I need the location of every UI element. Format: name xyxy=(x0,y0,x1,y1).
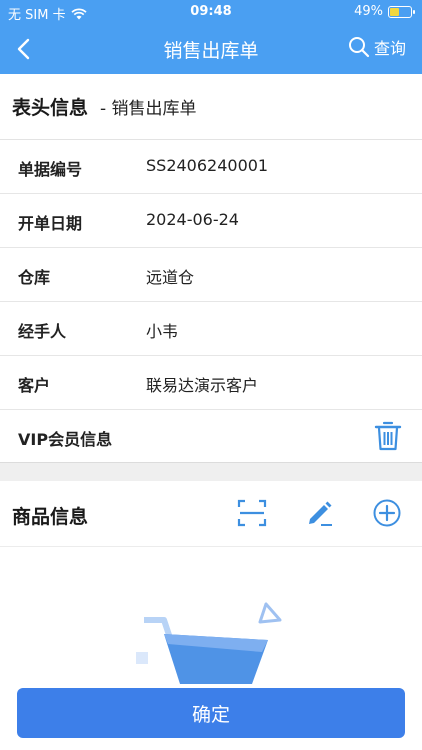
empty-cart-illustration xyxy=(130,596,290,696)
confirm-button[interactable]: 确定 xyxy=(17,688,405,738)
trash-icon xyxy=(374,421,402,451)
field-label: 单据编号 xyxy=(18,160,83,179)
field-label: 经手人 xyxy=(18,322,67,341)
battery-icon xyxy=(388,5,415,18)
field-value: 远道仓 xyxy=(146,268,195,287)
scan-button[interactable] xyxy=(236,497,268,529)
section-divider xyxy=(0,462,422,481)
field-row-warehouse[interactable]: 仓库 远道仓 xyxy=(0,248,422,302)
field-value: 小韦 xyxy=(146,322,179,341)
pencil-icon xyxy=(309,501,332,526)
field-value: 2024-06-24 xyxy=(146,210,239,229)
query-button[interactable]: 查询 xyxy=(348,35,406,59)
field-label: 仓库 xyxy=(18,268,51,287)
field-row-document-number[interactable]: 单据编号 SS2406240001 xyxy=(0,140,422,194)
header-fields: 单据编号 SS2406240001 开单日期 2024-06-24 仓库 远道仓… xyxy=(0,140,422,463)
status-right: 49% xyxy=(354,4,415,19)
field-label: 开单日期 xyxy=(18,214,83,233)
battery-percent: 49% xyxy=(354,4,383,19)
search-icon xyxy=(348,37,370,58)
header-info-title: 表头信息 xyxy=(12,97,89,119)
field-label: 客户 xyxy=(18,376,51,395)
field-row-order-date[interactable]: 开单日期 2024-06-24 xyxy=(0,194,422,248)
header-info-section: 表头信息 - 销售出库单 xyxy=(0,74,422,140)
goods-info-section: 商品信息 xyxy=(0,480,422,547)
empty-cart-icon xyxy=(136,602,282,684)
nav-bar: 销售出库单 查询 xyxy=(0,24,422,74)
add-goods-button[interactable] xyxy=(371,497,403,529)
field-row-vip-info[interactable]: VIP会员信息 xyxy=(0,410,422,463)
field-value: SS2406240001 xyxy=(146,156,269,175)
delete-vip-button[interactable] xyxy=(374,420,402,452)
header-info-subtitle: - 销售出库单 xyxy=(100,99,197,119)
top-bar: 无 SIM 卡 09:48 49% 销售出库单 查询 xyxy=(0,0,422,74)
field-row-customer[interactable]: 客户 联易达演示客户 xyxy=(0,356,422,410)
field-value: 联易达演示客户 xyxy=(146,376,259,395)
status-bar: 无 SIM 卡 09:48 49% xyxy=(0,0,422,24)
battery-fill xyxy=(390,7,400,16)
goods-info-title: 商品信息 xyxy=(12,506,89,528)
field-label: VIP会员信息 xyxy=(18,430,113,449)
scan-icon xyxy=(237,499,267,527)
field-row-handler[interactable]: 经手人 小韦 xyxy=(0,302,422,356)
plus-circle-icon xyxy=(373,499,401,527)
edit-button[interactable] xyxy=(304,497,336,529)
query-label: 查询 xyxy=(373,39,406,58)
